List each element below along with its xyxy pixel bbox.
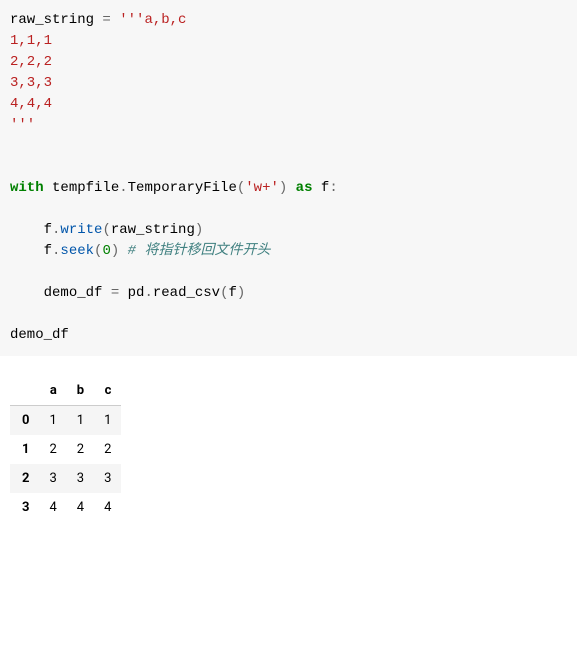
cell: 3 bbox=[39, 464, 66, 493]
arg-zero: 0 bbox=[102, 243, 110, 259]
dataframe-table: a b c 0 1 1 1 1 2 2 2 2 3 3 3 3 4 4 4 bbox=[10, 376, 121, 522]
expression-demo-df: demo_df bbox=[10, 327, 69, 343]
space bbox=[44, 180, 52, 196]
cell: 4 bbox=[94, 493, 121, 522]
cell: 3 bbox=[67, 464, 94, 493]
keyword-with: with bbox=[10, 180, 44, 196]
output-cell: a b c 0 1 1 1 1 2 2 2 2 3 3 3 3 4 4 4 bbox=[0, 356, 577, 532]
column-header: a bbox=[39, 376, 66, 406]
indent bbox=[10, 243, 44, 259]
row-index: 3 bbox=[10, 493, 39, 522]
op-equals: = bbox=[94, 12, 119, 28]
variable-f: f bbox=[44, 243, 52, 259]
csv-row: 4,4,4 bbox=[10, 96, 52, 112]
method-seek: seek bbox=[60, 243, 94, 259]
string-close: ''' bbox=[10, 117, 35, 133]
cell: 2 bbox=[67, 435, 94, 464]
cell: 4 bbox=[39, 493, 66, 522]
cell: 1 bbox=[39, 406, 66, 436]
cell: 2 bbox=[39, 435, 66, 464]
table-row: 1 2 2 2 bbox=[10, 435, 121, 464]
op-dot: . bbox=[119, 180, 127, 196]
indent bbox=[10, 285, 44, 301]
op-rparen: ) bbox=[111, 243, 119, 259]
op-colon: : bbox=[329, 180, 337, 196]
code-cell: raw_string = '''a,b,c 1,1,1 2,2,2 3,3,3 … bbox=[0, 0, 577, 356]
op-dot: . bbox=[144, 285, 152, 301]
variable-demo-df: demo_df bbox=[44, 285, 103, 301]
func-read-csv: read_csv bbox=[153, 285, 220, 301]
string-open: ''' bbox=[119, 12, 144, 28]
column-header: c bbox=[94, 376, 121, 406]
csv-row: 1,1,1 bbox=[10, 33, 52, 49]
indent bbox=[10, 222, 44, 238]
cell: 2 bbox=[94, 435, 121, 464]
op-rparen: ) bbox=[237, 285, 245, 301]
csv-row: 3,3,3 bbox=[10, 75, 52, 91]
table-row: 2 3 3 3 bbox=[10, 464, 121, 493]
row-index: 2 bbox=[10, 464, 39, 493]
op-rparen: ) bbox=[195, 222, 203, 238]
table-row: 3 4 4 4 bbox=[10, 493, 121, 522]
string-mode: 'w+' bbox=[245, 180, 279, 196]
variable-f: f bbox=[313, 180, 330, 196]
arg-f: f bbox=[228, 285, 236, 301]
cell: 4 bbox=[67, 493, 94, 522]
arg-raw-string: raw_string bbox=[111, 222, 195, 238]
column-header: b bbox=[67, 376, 94, 406]
row-index: 0 bbox=[10, 406, 39, 436]
csv-header: a,b,c bbox=[144, 12, 186, 28]
variable-f: f bbox=[44, 222, 52, 238]
op-lparen: ( bbox=[102, 222, 110, 238]
op-equals: = bbox=[102, 285, 127, 301]
table-row: 0 1 1 1 bbox=[10, 406, 121, 436]
cell: 1 bbox=[67, 406, 94, 436]
csv-row: 2,2,2 bbox=[10, 54, 52, 70]
cell: 3 bbox=[94, 464, 121, 493]
variable-name: raw_string bbox=[10, 12, 94, 28]
keyword-as: as bbox=[287, 180, 312, 196]
row-index: 1 bbox=[10, 435, 39, 464]
module-pd: pd bbox=[128, 285, 145, 301]
class-temporaryfile: TemporaryFile bbox=[128, 180, 237, 196]
op-lparen: ( bbox=[237, 180, 245, 196]
cell: 1 bbox=[94, 406, 121, 436]
index-header-blank bbox=[10, 376, 39, 406]
module-tempfile: tempfile bbox=[52, 180, 119, 196]
comment: # 将指针移回文件开头 bbox=[128, 243, 271, 259]
method-write: write bbox=[60, 222, 102, 238]
